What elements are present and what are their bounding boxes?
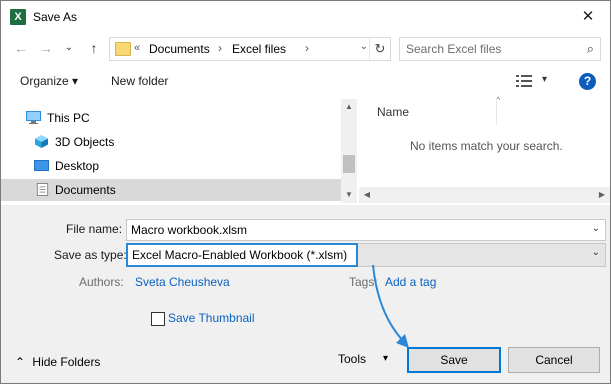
save-as-dialog: X Save As ✕ ← → ⌄ ↑ « Documents › Excel … xyxy=(0,0,611,384)
annotation-arrow xyxy=(372,264,409,348)
